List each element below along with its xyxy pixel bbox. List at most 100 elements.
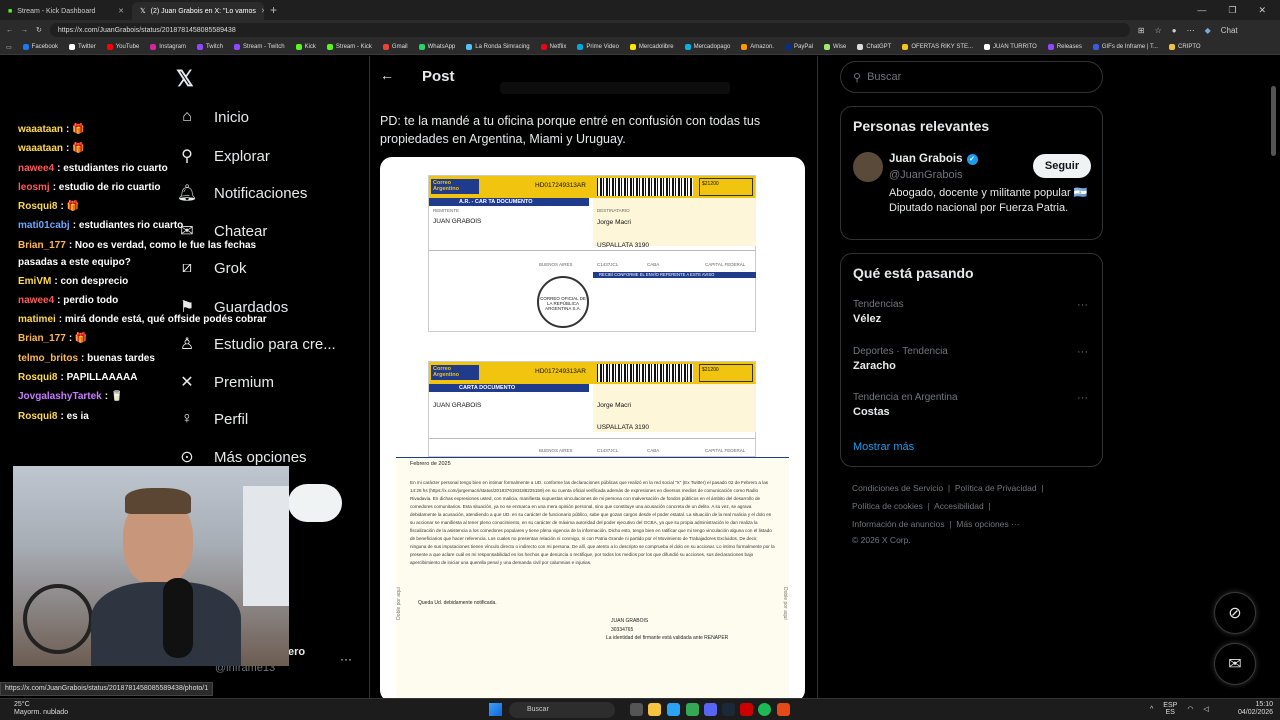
spotify-icon[interactable] <box>758 703 771 716</box>
bookmark[interactable]: PayPal <box>784 44 813 50</box>
x-logo-icon[interactable]: 𝕏 <box>176 66 194 92</box>
post-button[interactable] <box>288 484 342 522</box>
close-tab-icon[interactable]: ✕ <box>261 7 264 15</box>
windows-start-icon[interactable] <box>489 703 502 716</box>
bookmark[interactable]: Amazon. <box>741 44 774 50</box>
language-indicator[interactable]: ESP ES <box>1163 702 1177 716</box>
star-icon[interactable]: ☆ <box>1155 26 1162 35</box>
chat-username: Brian_177 <box>18 333 66 345</box>
correo-logo: Correo Argentino <box>431 365 479 380</box>
copilot-icon[interactable]: ◆ <box>1205 26 1211 35</box>
scrollbar[interactable] <box>1271 86 1276 156</box>
post-image[interactable]: Correo Argentino HD017249313AR $21200 A.… <box>380 157 805 698</box>
wifi-icon[interactable]: ◠ <box>1187 705 1193 713</box>
weather-widget[interactable]: 25°C Mayorm. nublado <box>14 701 68 717</box>
bookmark[interactable]: OFERTAS RIKY STE... <box>902 44 973 50</box>
x-page: 𝕏 ⌂ Inicio ⚲ Explorar 🔔︎ Notificaciones ✉ Ch… <box>0 56 1280 698</box>
back-arrow-icon[interactable]: ← <box>380 67 394 83</box>
obs-icon[interactable] <box>777 703 790 716</box>
tab-x-post[interactable]: 𝕏 (2) Juan Grabois en X: "Lo vamos ✕ <box>132 2 264 20</box>
task-view-icon[interactable] <box>630 703 643 716</box>
volume-icon[interactable]: ◁ <box>1203 705 1208 713</box>
app-icon[interactable] <box>740 703 753 716</box>
trend-name[interactable]: Costas <box>853 406 890 418</box>
edge-icon[interactable] <box>667 703 680 716</box>
chevron-up-icon[interactable]: ^ <box>1150 706 1153 713</box>
trend-name[interactable]: Zaracho <box>853 360 896 372</box>
bookmark[interactable]: ChatGPT <box>857 44 891 50</box>
profile-more-icon[interactable]: ··· <box>340 652 352 666</box>
chat-extension-label[interactable]: Chat <box>1221 26 1238 35</box>
profile-name[interactable]: ero <box>288 646 305 658</box>
bookmark[interactable]: GIFs de Inframe | T... <box>1092 44 1158 50</box>
minimize-icon[interactable]: — <box>1197 5 1206 16</box>
messages-float-button[interactable]: ✉ <box>1214 643 1256 685</box>
bookmark[interactable]: Stream - Twitch <box>233 44 285 50</box>
file-explorer-icon[interactable] <box>648 703 661 716</box>
bookmark[interactable]: Instagram <box>150 44 186 50</box>
footer-link[interactable]: Condiciones de Servicio | Política de Pr… <box>852 483 1044 493</box>
more-icon[interactable]: ··· <box>1077 346 1088 358</box>
apps-icon[interactable]: ▭ <box>6 44 12 51</box>
tab-kick-dashboard[interactable]: ■ Stream - Kick Dashboard ✕ <box>0 2 132 20</box>
close-tab-icon[interactable]: ✕ <box>118 7 124 15</box>
footer-link[interactable]: Política de cookies | Accesibilidad | <box>852 501 991 511</box>
back-nav-icon[interactable]: ← <box>6 27 13 34</box>
show-more-link[interactable]: Mostrar más <box>853 441 914 453</box>
bookmark[interactable]: Facebook <box>22 44 58 50</box>
url-input[interactable]: https://x.com/JuanGrabois/status/2018781… <box>49 23 1130 37</box>
reload-icon[interactable]: ↻ <box>36 26 42 34</box>
chat-username: leosmj <box>18 181 50 193</box>
dest-province: CAPITAL FEDERAL <box>705 262 746 267</box>
taskbar: 25°C Mayorm. nublado Buscar ^ ESP ES ◠ ◁ 1… <box>0 698 1280 720</box>
bookmark[interactable]: Prime Video <box>577 44 619 50</box>
grok-icon: ⊘ <box>1228 605 1242 622</box>
bookmark[interactable]: Gmail <box>382 44 408 50</box>
extension-icon[interactable]: ⊞ <box>1138 26 1145 35</box>
tab-bar: ■ Stream - Kick Dashboard ✕ 𝕏 (2) Juan G… <box>0 0 1280 20</box>
bookmark[interactable]: YouTube <box>106 44 139 50</box>
bookmark[interactable]: Releases <box>1047 44 1082 50</box>
person-name[interactable]: Juan Grabois ✓ <box>889 153 978 165</box>
new-tab-button[interactable]: + <box>270 3 277 17</box>
bookmark[interactable]: La Ronda Simracing <box>466 44 530 50</box>
forward-nav-icon[interactable]: → <box>21 27 28 34</box>
bookmark[interactable]: Mercadolibre <box>629 44 674 50</box>
avatar[interactable] <box>853 152 883 182</box>
bookmark[interactable]: Twitch <box>196 44 223 50</box>
more-icon[interactable]: ··· <box>1077 299 1088 311</box>
nav-more[interactable]: ⊙ Más opciones <box>176 447 306 467</box>
dest-address: USPALLATA 3190 <box>597 424 650 431</box>
trend-name[interactable]: Vélez <box>853 313 881 325</box>
bookmark[interactable]: JUAN TURRITO <box>984 44 1037 50</box>
bookmark[interactable]: Mercadopago <box>684 44 730 50</box>
close-window-icon[interactable]: ✕ <box>1258 5 1266 16</box>
bookmark[interactable]: Netflix <box>540 44 566 50</box>
chat-message: JovgalashyTartek: 🥛 <box>18 391 124 403</box>
microphone <box>163 578 193 658</box>
profile-icon[interactable]: ● <box>1172 26 1177 35</box>
maximize-icon[interactable]: ❐ <box>1228 5 1236 16</box>
more-icon[interactable]: ··· <box>1077 392 1088 404</box>
bookmark[interactable]: CRIPTO <box>1168 44 1201 50</box>
search-input[interactable]: ⚲ Buscar <box>840 61 1103 93</box>
clock[interactable]: 15:10 04/02/2026 <box>1238 701 1273 717</box>
discord-icon[interactable] <box>704 703 717 716</box>
bookmark[interactable]: Kick <box>295 44 316 50</box>
bookmark[interactable]: Wise <box>824 44 846 50</box>
follow-button[interactable]: Seguir <box>1033 154 1091 178</box>
chat-username: Rosqui8 <box>18 410 58 422</box>
bookmark[interactable]: Twitter <box>69 44 96 50</box>
chrome-icon[interactable] <box>686 703 699 716</box>
bookmark[interactable]: Stream - Kick <box>326 44 372 50</box>
taskbar-search[interactable]: Buscar <box>509 702 615 718</box>
steam-icon[interactable] <box>722 703 735 716</box>
grok-float-button[interactable]: ⊘ <box>1214 592 1256 634</box>
bookmark[interactable]: WhatsApp <box>418 44 455 50</box>
menu-icon[interactable]: ⋯ <box>1187 26 1195 35</box>
status-url: https://x.com/JuanGrabois/status/2018781… <box>0 682 214 696</box>
footer-link[interactable]: Información de anuncios | Más opciones ·… <box>852 519 1020 529</box>
person-handle[interactable]: @JuanGrabois <box>889 169 963 181</box>
chat-username: waaataan <box>18 124 64 135</box>
chat-text: PAPILLAAAAA <box>66 371 138 383</box>
